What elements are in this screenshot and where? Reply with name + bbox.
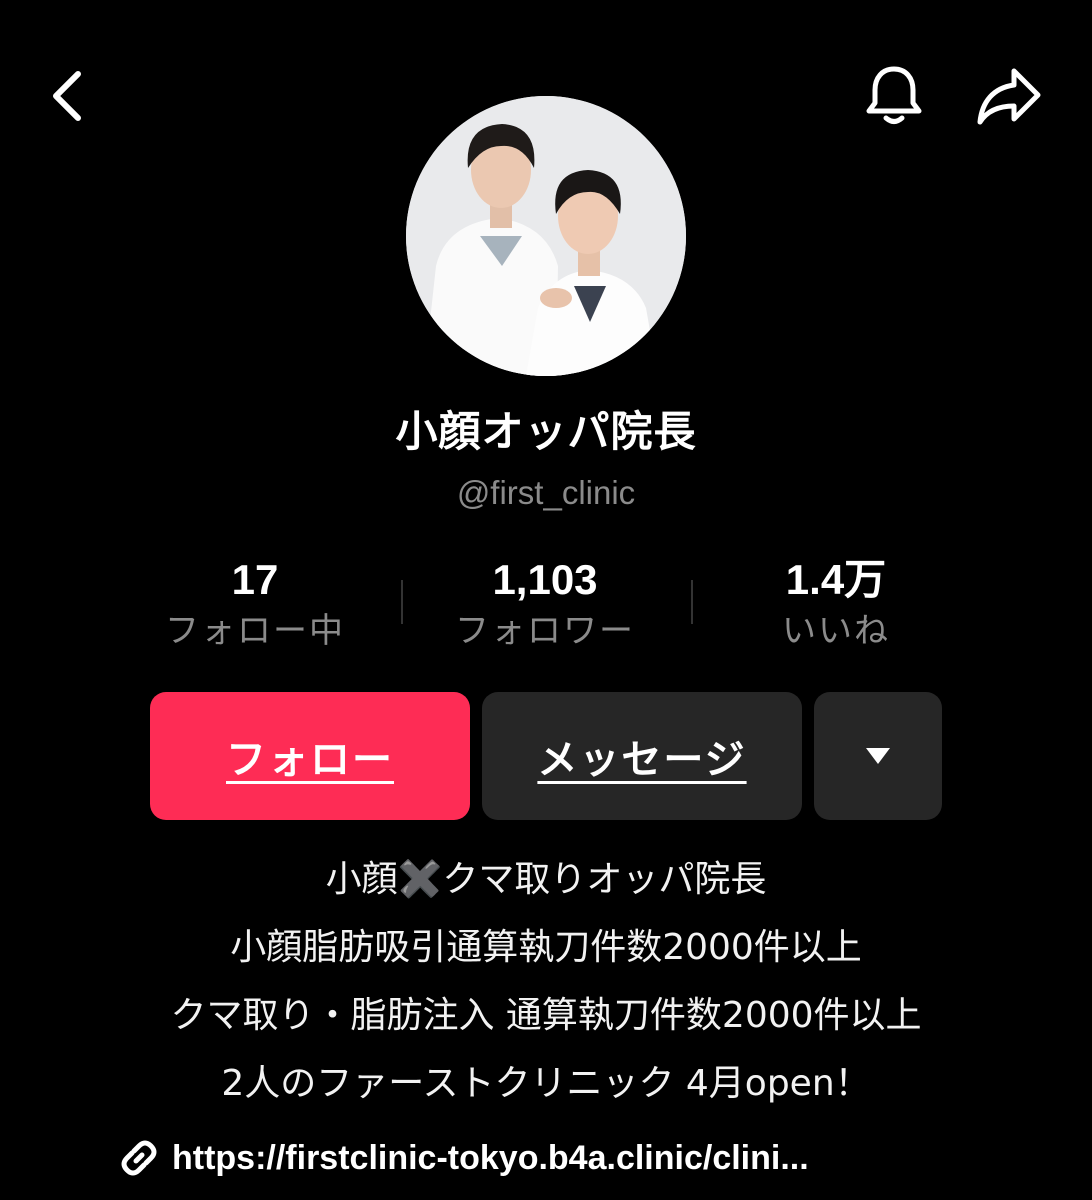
display-name: 小顔オッパ院長 [395, 407, 697, 456]
bio-link-text: https://firstclinic-tokyo.b4a.clinic/cli… [172, 1138, 809, 1177]
bio-line: クマ取り・脂肪注入 通算執刀件数2000件以上 [170, 995, 922, 1036]
follow-button[interactable]: フォロー [150, 692, 470, 820]
stat-divider [691, 580, 693, 624]
more-options-button[interactable] [814, 692, 942, 820]
stat-followers[interactable]: 1,103 フォロワー [415, 552, 675, 654]
bio-line: 2人のファーストクリニック 4月open！ [221, 1063, 871, 1104]
stat-divider [401, 580, 403, 624]
share-arrow-icon [977, 68, 1041, 125]
caret-down-icon [866, 748, 890, 764]
avatar[interactable] [406, 96, 686, 376]
username-handle: @first_clinic [456, 474, 636, 511]
followers-label: フォロワー [455, 611, 635, 651]
likes-count: 1.4万 [785, 556, 887, 603]
notification-button[interactable] [854, 58, 934, 134]
bio-line: 小顔✖️クマ取りオッパ院長 [325, 859, 767, 900]
share-button[interactable] [966, 58, 1052, 134]
link-icon [121, 1140, 157, 1176]
followers-count: 1,103 [492, 556, 598, 603]
bell-icon [866, 66, 922, 124]
bio: 小顔✖️クマ取りオッパ院長 小顔脂肪吸引通算執刀件数2000件以上 クマ取り・脂… [0, 846, 1092, 1118]
stat-following[interactable]: 17 フォロー中 [125, 552, 385, 654]
bio-line: 小顔脂肪吸引通算執刀件数2000件以上 [230, 927, 862, 968]
following-label: フォロー中 [165, 611, 345, 651]
profile-photo [406, 96, 686, 376]
likes-label: いいね [782, 611, 890, 651]
chevron-left-icon [53, 71, 81, 121]
bio-link[interactable]: https://firstclinic-tokyo.b4a.clinic/cli… [118, 1130, 1018, 1186]
follow-button-label: フォロー [226, 737, 394, 783]
message-button-label: メッセージ [537, 737, 747, 783]
following-count: 17 [231, 556, 279, 603]
message-button[interactable]: メッセージ [482, 692, 802, 820]
stat-likes[interactable]: 1.4万 いいね [706, 552, 966, 654]
back-button[interactable] [36, 58, 100, 134]
